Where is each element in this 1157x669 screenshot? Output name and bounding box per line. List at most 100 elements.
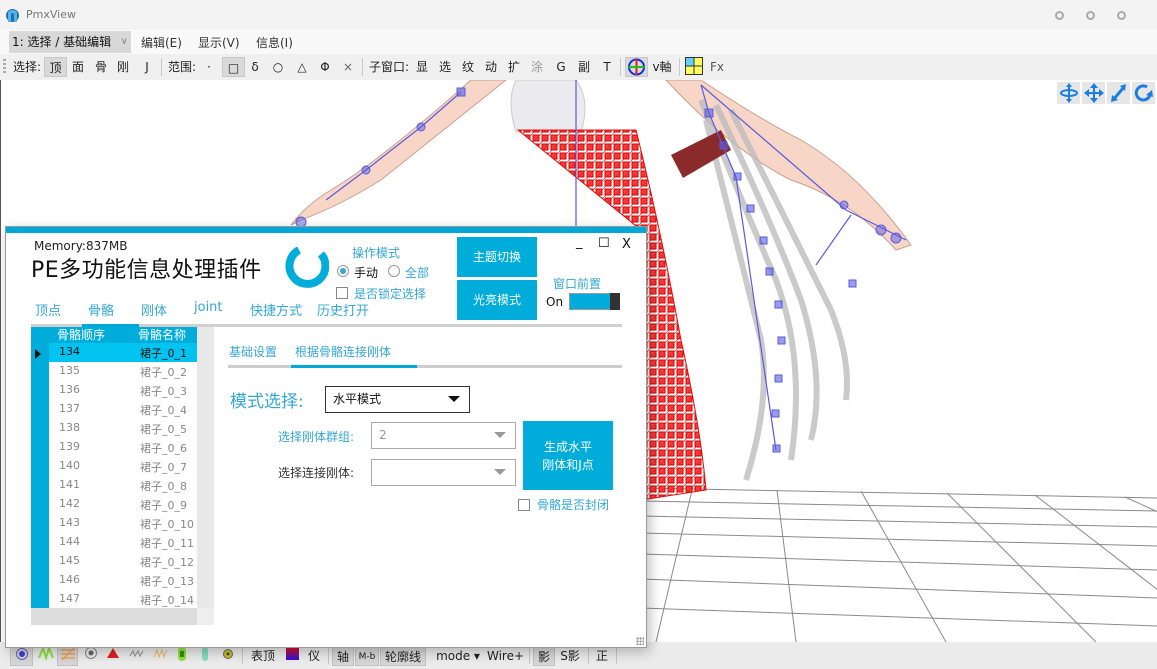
surface-top-button[interactable]: 表顶 [250,646,276,666]
table-row[interactable]: 138 裙子_0_5 [49,419,197,438]
color-gradient-icon[interactable] [284,646,300,666]
reset-rotation-icon[interactable] [1132,82,1155,104]
range-point-button[interactable]: · [202,57,216,77]
connect-rigid-combo[interactable] [371,459,516,486]
nav-tab-rigid[interactable]: 刚体 [141,300,167,319]
table-row[interactable]: 145 裙子_0_12 [49,552,197,571]
col-bone-name[interactable]: 骨骼名称 [138,327,186,343]
menu-view[interactable]: 显示(V) [198,34,240,51]
bright-mode-button[interactable]: 光亮模式 [457,280,537,320]
table-row[interactable]: 140 裙子_0_7 [49,457,197,476]
plugin-minimize-button[interactable]: _ [576,235,583,250]
subwindow-t-button[interactable]: T [601,57,613,77]
toolbar-grip[interactable] [3,59,6,75]
col-bone-order[interactable]: 骨骼顺序 [57,327,105,343]
edit-mode-select[interactable]: 1: 选择 / 基础编辑 ∨ [9,31,131,53]
minimize-button[interactable] [1055,11,1064,20]
mode-dropdown[interactable]: mode ▾ [434,646,482,666]
toggle-knob[interactable] [610,293,620,310]
maximize-button[interactable] [1086,11,1095,20]
red-triangle-icon[interactable] [105,646,121,666]
range-circle-button[interactable]: ○ [270,57,286,77]
menu-edit[interactable]: 编辑(E) [141,34,182,51]
radio-manual-label[interactable]: 手动 [354,264,378,281]
yellow-zigzag-icon[interactable] [152,646,170,666]
subwindow-motion-button[interactable]: 动 [484,57,498,77]
self-shadow-button[interactable]: S影 [558,646,582,666]
fx-button[interactable]: Fx [709,57,725,77]
table-row[interactable]: 147 裙子_0_14 [49,590,197,609]
rotate-axis-icon[interactable] [1057,82,1080,104]
select-face-button[interactable]: 面 [69,57,87,77]
radio-dot-icon[interactable] [83,646,99,666]
subwindow-sub-button[interactable]: 副 [577,57,591,77]
grid-vertical-scrollbar[interactable] [197,327,214,608]
nav-tab-vertex[interactable]: 顶点 [35,300,61,319]
range-clear-button[interactable]: × [341,57,355,77]
resize-grip-icon[interactable] [636,637,644,645]
yellow-gear-icon[interactable] [221,646,235,666]
subwindow-select-button[interactable]: 选 [438,57,452,77]
vertex-point-icon[interactable] [10,646,33,666]
wire-plus-button[interactable]: Wire+ [487,646,524,666]
grey-zigzag-icon[interactable] [128,646,146,666]
nav-tab-bone[interactable]: 骨骼 [88,300,114,319]
gauge-button[interactable]: 仪 [306,646,322,666]
zoom-icon[interactable] [1107,82,1130,104]
menu-info[interactable]: 信息(I) [256,34,293,51]
subwindow-paint-button[interactable]: 涂 [530,57,544,77]
lock-selection-checkbox[interactable] [336,287,348,299]
subwindow-display-button[interactable]: 显 [415,57,429,77]
sub-tab-bone-connect[interactable]: 根据骨骼连接刚体 [295,343,391,360]
theme-switch-button[interactable]: 主题切换 [457,237,537,277]
rigid-group-combo[interactable]: 2 [371,422,516,449]
v-axis-button[interactable]: v軸 [651,57,673,77]
shadow-button[interactable]: 影 [533,646,555,666]
bone-grid[interactable]: 骨骼顺序 骨骼名称 134 裙子_0_1 135 裙子_0_2 136 裙子_0_3 137… [31,327,214,627]
select-rigid-button[interactable]: 刚 [114,57,132,77]
table-row[interactable]: 146 裙子_0_13 [49,571,197,590]
radio-all-label[interactable]: 全部 [405,264,429,281]
select-vertex-button[interactable]: 顶 [44,57,67,77]
table-row[interactable]: 137 裙子_0_4 [49,400,197,419]
bone-closed-checkbox[interactable] [518,499,530,511]
range-rect-button[interactable]: □ [222,57,245,77]
orange-texture-icon[interactable] [57,646,78,666]
table-row[interactable]: 136 裙子_0_3 [49,381,197,400]
subwindow-texture-button[interactable]: 纹 [461,57,475,77]
generate-rigid-joint-button[interactable]: 生成水平 刚体和J点 [523,421,613,490]
teal-capsule-icon[interactable] [198,646,212,666]
grid-horizontal-scrollbar[interactable] [31,608,197,625]
plugin-maximize-button[interactable]: ☐ [598,236,610,251]
plugin-accent-bar[interactable] [6,227,646,233]
subwindow-g-button[interactable]: G [554,57,568,77]
range-phi-button[interactable]: Φ [317,57,333,77]
nav-tab-history[interactable]: 历史打开 [317,300,369,319]
mode-select-combo[interactable]: 水平模式 [325,386,470,413]
table-row[interactable]: 141 裙子_0_8 [49,476,197,495]
nav-tab-shortcut[interactable]: 快捷方式 [250,300,302,319]
nav-tab-joint[interactable]: joint [194,300,223,315]
subwindow-expand-button[interactable]: 扩 [507,57,521,77]
plugin-close-button[interactable]: X [622,237,631,252]
outline-button[interactable]: 轮廓线 [380,646,426,666]
move-icon[interactable] [1082,82,1105,104]
range-triangle-button[interactable]: △ [294,57,310,77]
range-delta-button[interactable]: δ [248,57,262,77]
bone-closed-label[interactable]: 骨骼是否封闭 [537,496,609,513]
table-row[interactable]: 143 裙子_0_10 [49,514,197,533]
axis-gizmo-button[interactable] [625,57,648,77]
table-row[interactable]: 144 裙子_0_11 [49,533,197,552]
mb-button[interactable]: M-b [355,646,379,666]
select-bone-button[interactable]: 骨 [92,57,110,77]
select-joint-button[interactable]: J [140,57,154,77]
front-view-button[interactable]: 正 [593,646,611,666]
quad-view-button[interactable] [684,57,704,77]
axis-button[interactable]: 轴 [332,646,354,666]
green-texture-icon[interactable] [37,644,55,666]
window-front-toggle[interactable] [569,293,620,310]
table-row[interactable]: 139 裙子_0_6 [49,438,197,457]
green-capsule-icon[interactable] [175,646,189,666]
close-button[interactable] [1117,11,1126,20]
table-row[interactable]: 142 裙子_0_9 [49,495,197,514]
